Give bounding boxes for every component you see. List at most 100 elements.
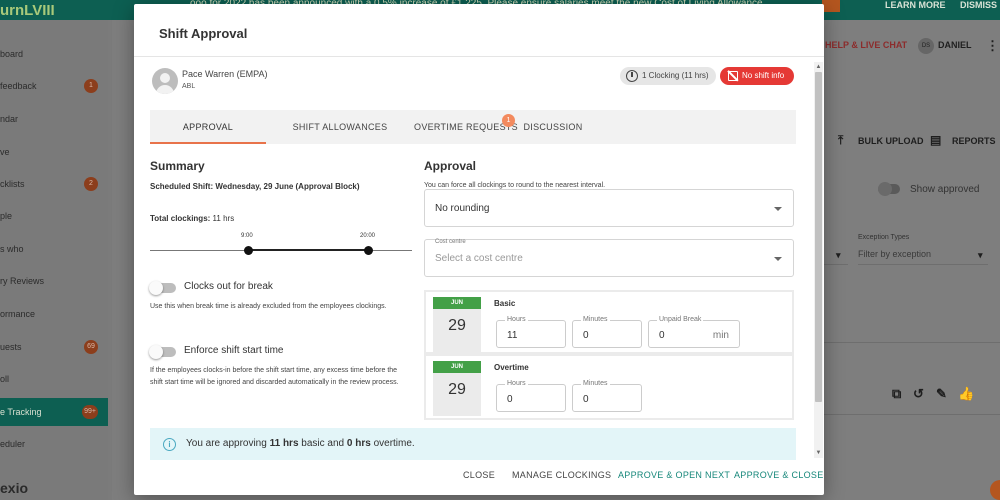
rounding-select[interactable]: No rounding [424,189,794,227]
chevron-down-icon [774,207,782,211]
sidebar-item[interactable]: cklists 2 [0,174,108,194]
rounding-hint: You can force all clockings to round to … [424,182,606,189]
upload-icon: ⤒ [838,133,844,147]
clocking-segment [248,249,368,251]
no-shift-chip-label: No shift info [742,71,785,80]
date-day: 29 [448,317,466,334]
shift-approval-dialog: Shift Approval ▲ ▼ Pace Warren (EMPA) AB… [134,4,824,495]
approve-close-button[interactable]: APPROVE & CLOSE [734,470,824,480]
divider [824,342,1000,343]
sidebar-item[interactable]: board [0,44,108,64]
tab-discussion[interactable]: DISCUSSION [510,110,596,144]
info-icon: i [163,438,176,451]
clocking-chip[interactable]: 1 Clocking (11 hrs) [620,67,716,85]
scheduled-shift: Scheduled Shift: Wednesday, 29 June (App… [150,182,360,191]
enforce-help-text: If the employees clocks-in before the sh… [150,367,399,386]
basic-minutes-input[interactable]: Minutes 0 [572,316,642,348]
total-clockings-value: 11 hrs [212,214,235,223]
minutes-value: 0 [583,330,589,341]
dismiss-link[interactable]: DISMISS [960,0,997,10]
overtime-minutes-input[interactable]: Minutes 0 [572,380,642,412]
basic-hours-input[interactable]: Hours 11 [496,316,566,348]
thumbs-up-icon[interactable]: 👍 [958,386,974,402]
sidebar: board feedback 1 ndar ve cklists 2 ple s w… [0,20,108,500]
approval-heading: Approval [424,159,477,173]
clock-out-marker [364,246,373,255]
tab-bar: APPROVAL SHIFT ALLOWANCES OVERTIME REQUE… [150,110,796,144]
divider [824,414,1000,415]
bulk-upload-button[interactable]: BULK UPLOAD [858,136,924,146]
more-vert-icon[interactable]: ⋮ [986,38,999,54]
date-tile: JUN 29 [433,297,481,352]
chevron-down-icon: ▾ [836,250,841,260]
history-icon[interactable]: ↺ [913,386,924,402]
show-approved-label: Show approved [910,184,980,195]
scroll-up-icon[interactable]: ▲ [814,62,823,72]
close-button[interactable]: CLOSE [463,470,495,480]
edit-icon[interactable]: ✎ [936,386,947,402]
chevron-down-icon [774,257,782,261]
no-shift-chip[interactable]: No shift info [720,67,794,85]
chevron-down-icon: ▾ [978,250,983,260]
cost-centre-select[interactable]: Cost centre Select a cost centre [424,239,794,277]
divider [824,264,848,265]
employee-team: ABL [182,83,196,90]
sidebar-item-time-tracking[interactable]: e Tracking 99+ [0,398,108,426]
timer-icon [626,70,638,82]
enforce-shift-start-label: Enforce shift start time [184,345,284,356]
date-tile: JUN 29 [433,361,481,416]
avatar [152,68,178,94]
tab-approval[interactable]: APPROVAL [150,110,266,144]
enforce-shift-start-toggle[interactable] [149,345,176,359]
sidebar-item[interactable]: ve [0,142,108,162]
clocking-chip-label: 1 Clocking (11 hrs) [642,71,709,80]
break-help-text: Use this when break time is already excl… [150,303,387,310]
date-month: JUN [433,361,481,373]
learn-more-link[interactable]: LEARN MORE [885,0,946,10]
sidebar-item[interactable]: ormance [0,304,108,324]
help-chat-link[interactable]: HELP & LIVE CHAT [825,40,907,50]
overtime-hours-total: 0 hrs [346,438,371,449]
sidebar-item[interactable]: eduler [0,434,108,454]
sidebar-badge: 99+ [82,405,98,419]
open-external-icon[interactable]: ⧉ [892,386,901,402]
hours-label: Hours [505,316,528,323]
hours-label: Hours [505,380,528,387]
overtime-shift-card: JUN 29 Overtime Hours 0 Minutes 0 [424,354,794,420]
banner-action-button[interactable] [822,0,840,12]
unpaid-break-value: 0 [659,330,665,341]
overtime-hours-input[interactable]: Hours 0 [496,380,566,412]
manage-clockings-button[interactable]: MANAGE CLOCKINGS [512,470,611,480]
clock-in-marker [244,246,253,255]
exception-filter[interactable]: Filter by exception [858,249,931,259]
minutes-value: 0 [583,394,589,405]
summary-heading: Summary [150,159,205,173]
avatar[interactable]: DS [918,38,934,54]
approval-summary-banner: i You are approving 11 hrs basic and 0 h… [150,428,796,460]
reports-button[interactable]: REPORTS [952,136,996,146]
sidebar-item[interactable]: ry Reviews [0,271,108,291]
sidebar-badge: 1 [84,79,98,93]
sidebar-item[interactable]: ple [0,206,108,226]
sidebar-item[interactable]: oll [0,369,108,389]
scrollbar-thumb[interactable] [815,72,822,402]
sidebar-item[interactable]: s who [0,239,108,259]
timeline-start-label: 9:00 [241,233,253,239]
hours-value: 0 [507,394,513,405]
no-shift-icon [728,71,738,81]
sidebar-item[interactable]: feedback 1 [0,76,108,96]
sidebar-item[interactable]: uests 69 [0,337,108,357]
cost-centre-label: Cost centre [435,239,466,245]
approve-open-next-button[interactable]: APPROVE & OPEN NEXT [618,470,730,480]
clocks-out-for-break-toggle[interactable] [149,281,176,295]
unpaid-break-unit: min [712,330,729,341]
sidebar-item[interactable]: ndar [0,109,108,129]
show-approved-toggle[interactable] [878,182,900,196]
scroll-down-icon[interactable]: ▼ [814,448,823,458]
user-name[interactable]: DANIEL [938,40,972,50]
dialog-title: Shift Approval [159,26,248,41]
hours-value: 11 [507,330,518,341]
reports-icon: ▤ [930,133,942,147]
basic-hours-total: 11 hrs [269,438,299,449]
unpaid-break-input[interactable]: Unpaid Break 0 min [648,316,740,348]
